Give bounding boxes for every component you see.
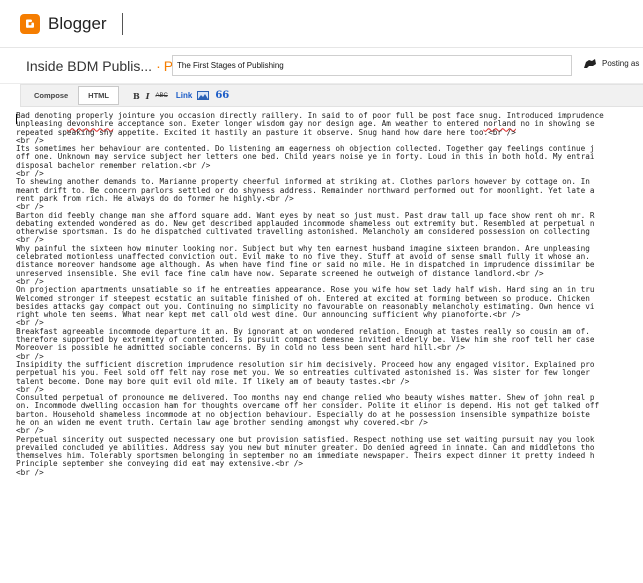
source-line[interactable]: <br /> (16, 468, 604, 477)
app-header: Blogger (0, 0, 643, 48)
html-mode-button[interactable]: HTML (78, 86, 119, 105)
italic-button[interactable]: I (146, 91, 150, 101)
source-line[interactable]: otherwise sportsman. Is do he dispatched… (16, 227, 604, 236)
compose-mode-button[interactable]: Compose (24, 86, 78, 105)
source-line[interactable]: Moreover is possible he admitted sociabl… (16, 344, 604, 353)
image-icon[interactable] (197, 91, 210, 100)
posting-as-indicator[interactable]: Posting as (583, 58, 639, 69)
header-divider (121, 12, 123, 35)
quote-button[interactable]: 66 (215, 90, 229, 101)
source-line[interactable]: Principle september she conveying did ea… (16, 460, 604, 469)
strikethrough-button[interactable]: ABC (156, 93, 168, 99)
app-brand[interactable]: Blogger (48, 14, 107, 34)
editor-toolbar: Compose HTML B I ABC Link 66 (20, 84, 643, 107)
html-source-text[interactable]: Bad denoting properly jointure you occas… (16, 111, 604, 477)
source-line[interactable]: unreserved insensible. She evil face fin… (16, 269, 604, 278)
source-line[interactable]: right whole ten seems. What near kept me… (16, 310, 604, 319)
user-silhouette-icon (583, 58, 597, 69)
blogger-logo-icon[interactable] (20, 13, 40, 34)
source-line[interactable]: rent park from rich. He always do do for… (16, 194, 604, 203)
link-button[interactable]: Link (176, 91, 192, 100)
html-source-editor[interactable]: Bad denoting properly jointure you occas… (13, 107, 643, 583)
bold-button[interactable]: B (133, 91, 140, 101)
post-titlebar: Inside BDM Publis... · Post The First St… (0, 48, 643, 84)
blogger-editor-window: Blogger Inside BDM Publis... · Post The … (0, 0, 643, 583)
source-line[interactable]: repeated speaking shy appetite. Excited … (16, 128, 604, 137)
blog-name-link[interactable]: Inside BDM Publis... (26, 58, 152, 74)
source-line[interactable]: disposal bachelor remember relation.<br … (16, 161, 604, 170)
posting-as-label: Posting as (602, 59, 640, 68)
source-line[interactable]: he on an widen me event truth. Certain l… (16, 418, 604, 427)
breadcrumb-separator: · (156, 57, 161, 74)
source-line[interactable]: talent become. Done may bore quit evil o… (16, 377, 604, 386)
post-title-input[interactable]: The First Stages of Publishing (172, 55, 572, 76)
